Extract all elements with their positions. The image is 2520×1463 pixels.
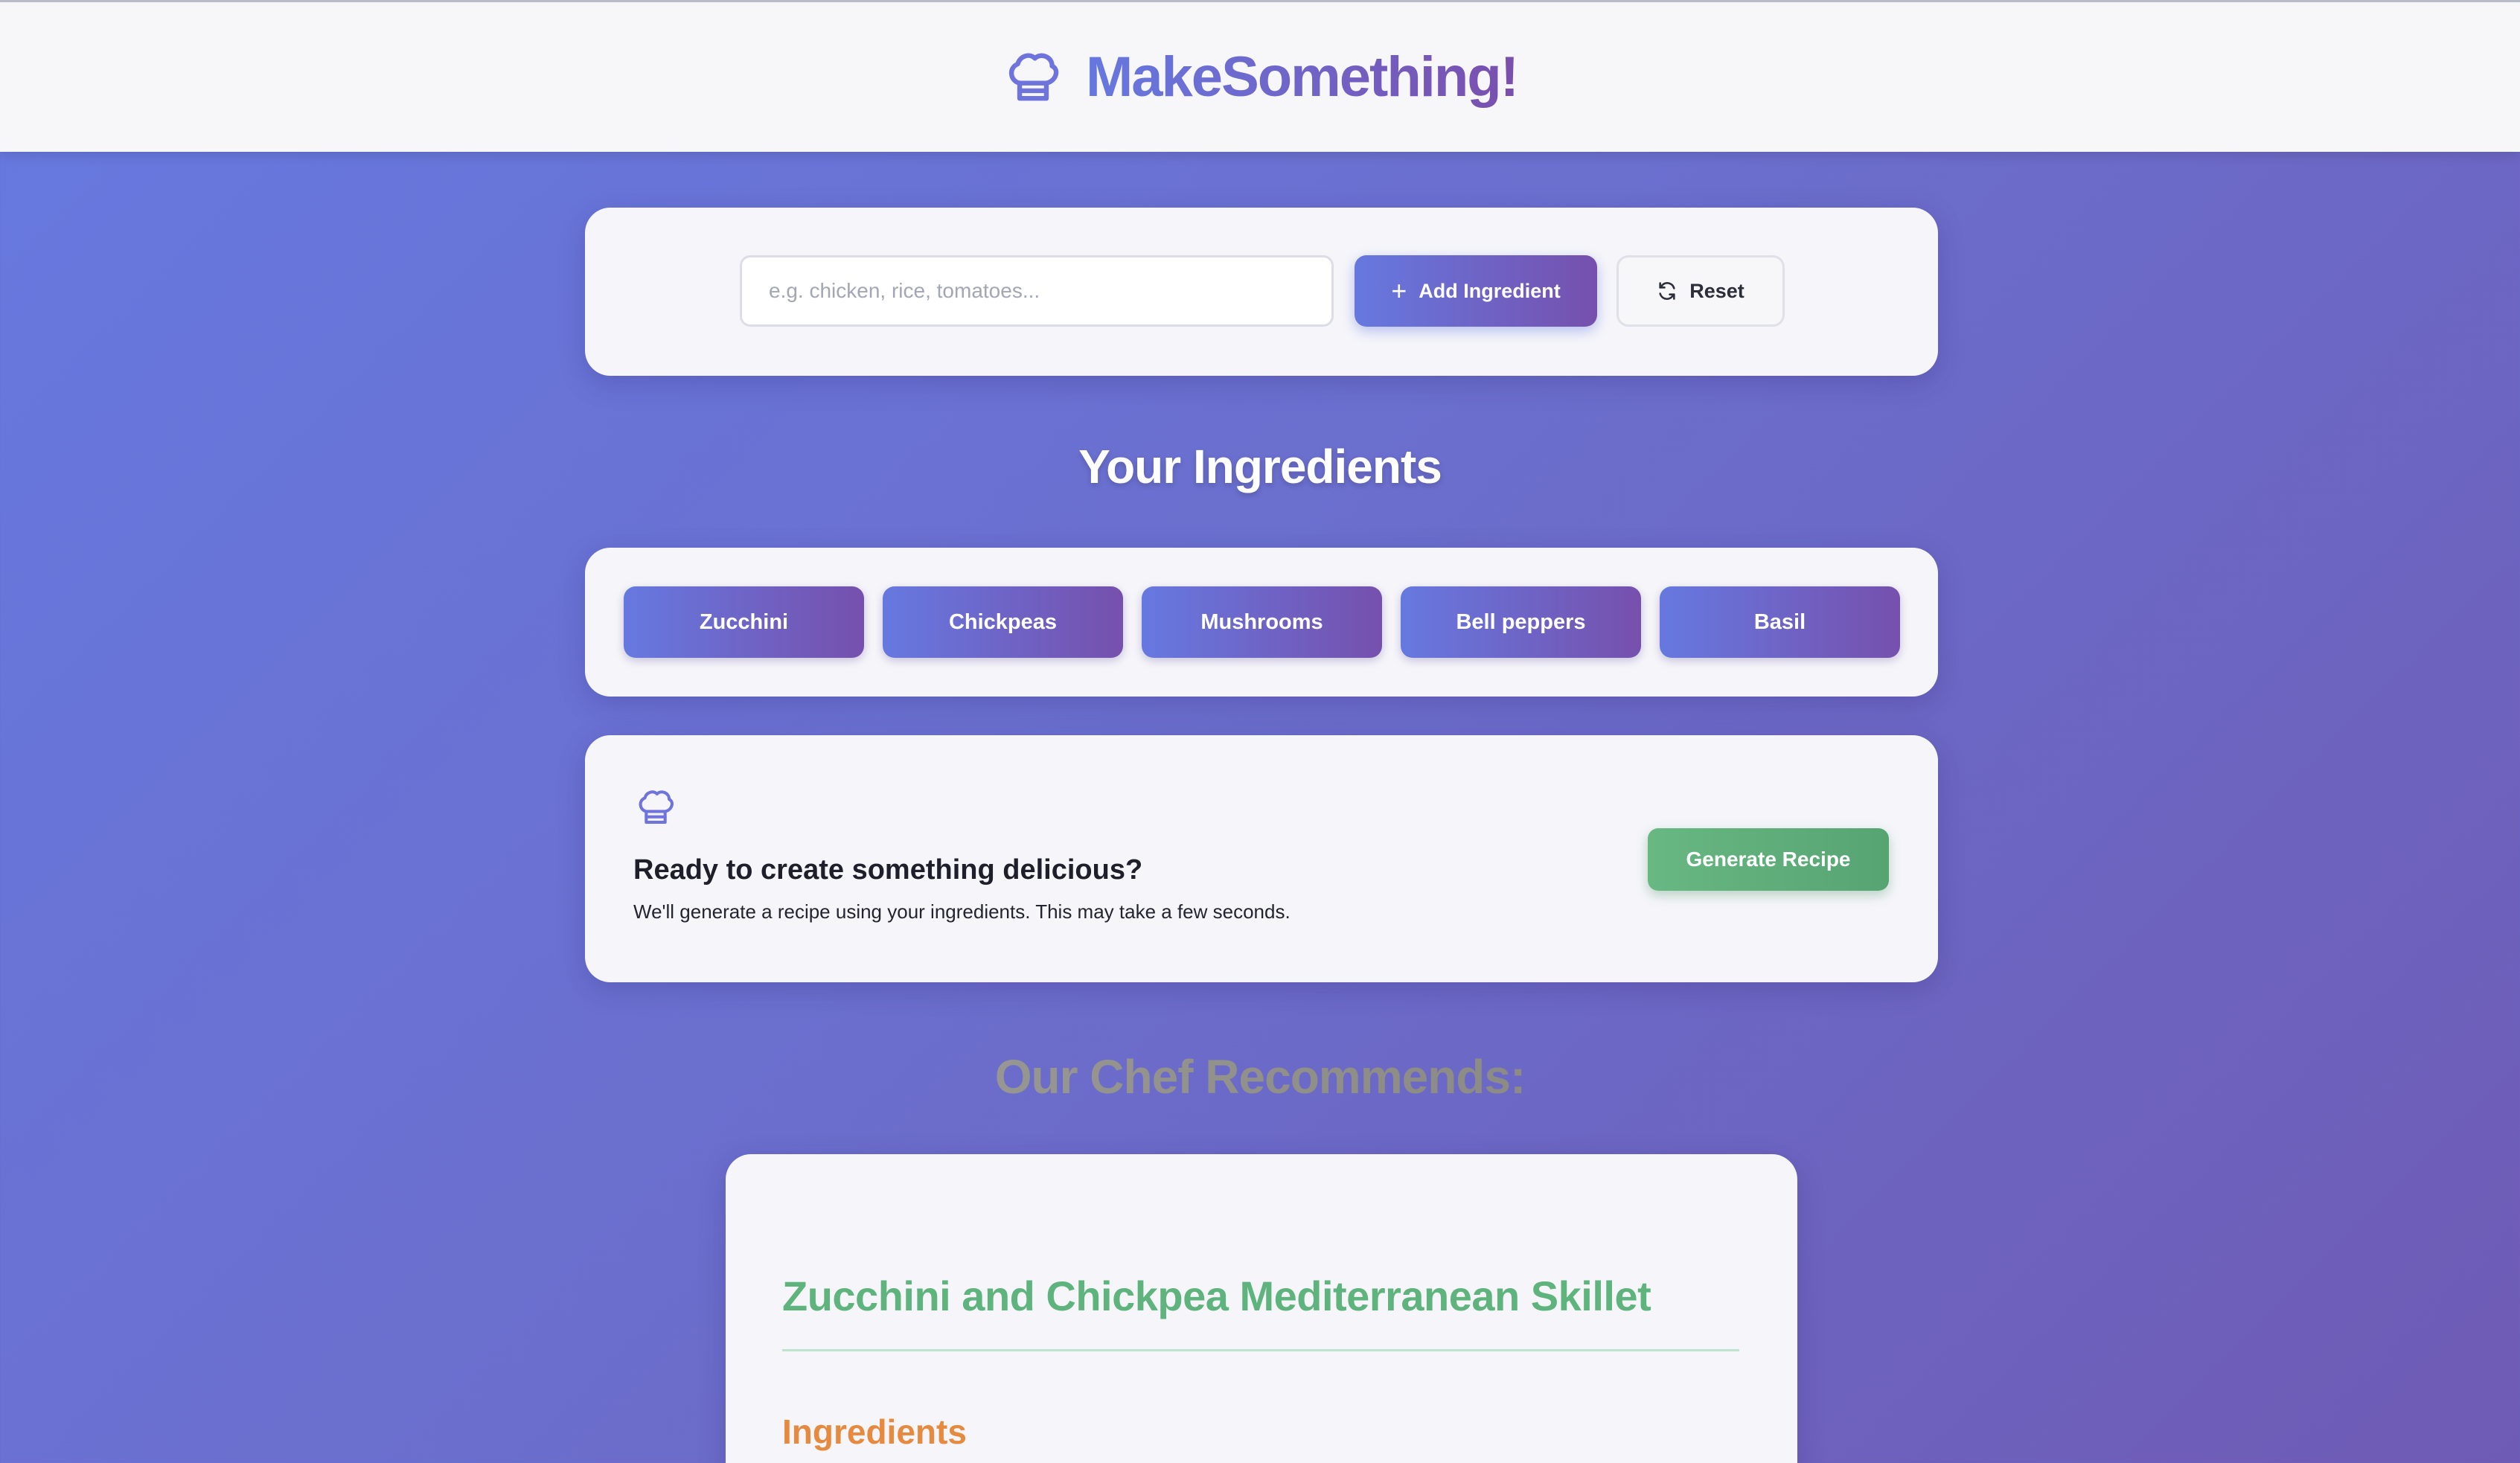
ingredient-chip[interactable]: Basil (1660, 586, 1900, 658)
recommendation-heading: Our Chef Recommends: (0, 1049, 2520, 1104)
ingredient-chip[interactable]: Mushrooms (1142, 586, 1382, 658)
recipe-card: Zucchini and Chickpea Mediterranean Skil… (726, 1154, 1797, 1463)
app-header: MakeSomething! (0, 0, 2520, 152)
add-ingredient-label: Add Ingredient (1419, 279, 1561, 302)
ingredient-entry-card: + Add Ingredient Reset (585, 208, 1938, 376)
app-title: MakeSomething! (1085, 45, 1519, 109)
plus-icon: + (1391, 275, 1407, 306)
ingredient-chip[interactable]: Zucchini (624, 586, 864, 658)
reset-button[interactable]: Reset (1616, 255, 1785, 327)
generate-recipe-button[interactable]: Generate Recipe (1648, 828, 1889, 891)
ingredient-chip[interactable]: Chickpeas (883, 586, 1123, 658)
reset-label: Reset (1689, 279, 1745, 302)
refresh-icon (1657, 281, 1678, 301)
recipe-title: Zucchini and Chickpea Mediterranean Skil… (782, 1272, 1651, 1319)
generate-prompt-description: We'll generate a recipe using your ingre… (633, 900, 1291, 923)
ingredient-chip-list: Zucchini Chickpeas Mushrooms Bell pepper… (624, 586, 1900, 658)
recipe-ingredients-heading: Ingredients (782, 1412, 967, 1451)
recipe-divider (782, 1349, 1739, 1351)
ingredients-heading: Your Ingredients (1078, 440, 1442, 493)
add-ingredient-button[interactable]: + Add Ingredient (1355, 255, 1597, 327)
generate-recipe-card: Ready to create something delicious? We'… (585, 735, 1938, 982)
ingredient-input[interactable] (740, 255, 1334, 327)
chef-hat-icon (1002, 47, 1064, 108)
ingredient-list-card: Zucchini Chickpeas Mushrooms Bell pepper… (585, 548, 1938, 697)
generate-prompt-title: Ready to create something delicious? (633, 854, 1143, 886)
chef-hat-icon (634, 786, 677, 829)
ingredient-chip[interactable]: Bell peppers (1401, 586, 1641, 658)
